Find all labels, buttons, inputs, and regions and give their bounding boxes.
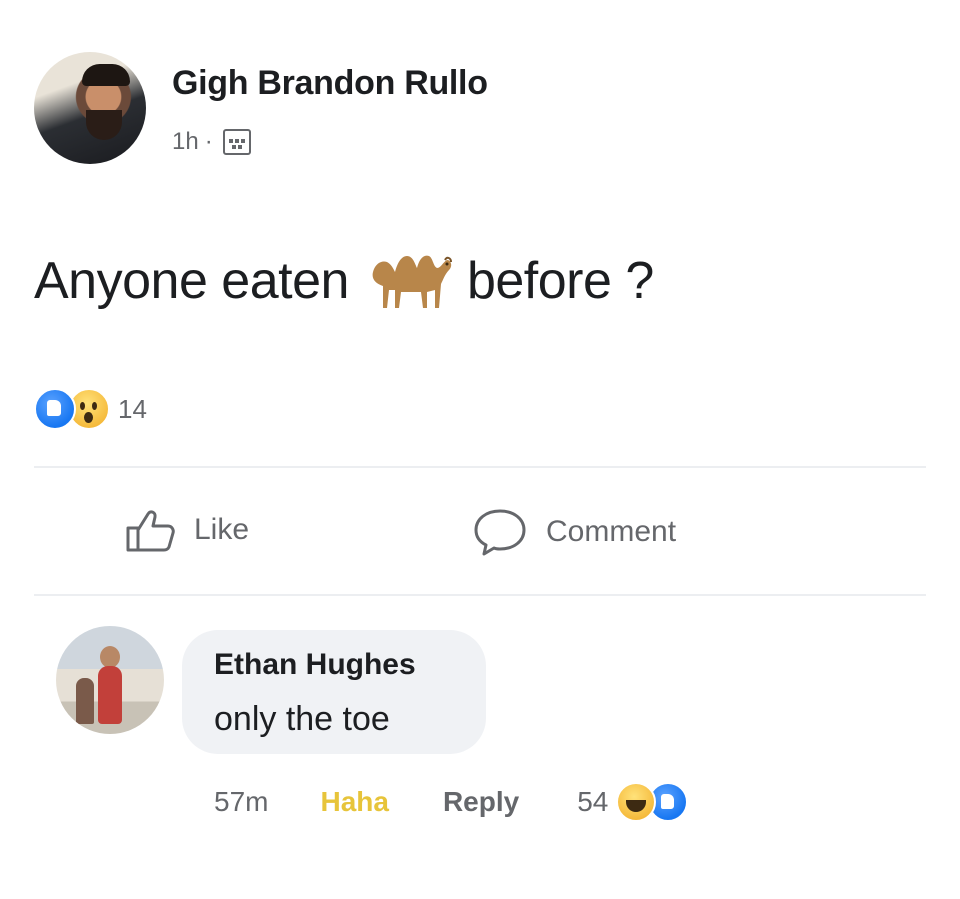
comment-reaction-count[interactable]: 54 bbox=[577, 786, 608, 818]
author-avatar[interactable] bbox=[34, 52, 146, 164]
like-button[interactable]: Like bbox=[124, 506, 249, 554]
divider-top bbox=[34, 466, 926, 468]
reaction-count: 14 bbox=[118, 393, 147, 424]
reply-button[interactable]: Reply bbox=[443, 786, 519, 818]
comment-button[interactable]: Comment bbox=[472, 506, 676, 558]
like-reaction-icon bbox=[34, 388, 76, 430]
group-icon[interactable] bbox=[222, 129, 251, 155]
commenter-avatar[interactable] bbox=[56, 626, 164, 734]
avatar-beard bbox=[86, 110, 122, 140]
haha-reaction-icon bbox=[616, 782, 657, 822]
avatar-figure-back bbox=[76, 678, 94, 724]
meta-separator: · bbox=[204, 128, 213, 155]
haha-reaction-button[interactable]: Haha bbox=[320, 786, 388, 818]
comment-actions: 57m Haha Reply 54 bbox=[214, 782, 689, 822]
divider-bottom bbox=[34, 594, 926, 596]
avatar-figure-body bbox=[98, 666, 122, 724]
like-label: Like bbox=[194, 513, 250, 546]
avatar-figure-head bbox=[100, 646, 120, 668]
comment-reaction-icons[interactable] bbox=[616, 782, 689, 822]
thumbs-up-icon bbox=[126, 510, 175, 552]
comment-label: Comment bbox=[546, 515, 677, 548]
post-text-before: Anyone eaten bbox=[34, 252, 349, 310]
comment-time[interactable]: 57m bbox=[214, 786, 268, 818]
post-time[interactable]: 1h bbox=[172, 128, 199, 156]
post-text: Anyone eaten before ? bbox=[34, 246, 654, 316]
comment-author-name[interactable]: Ethan Hughes bbox=[214, 648, 416, 682]
post-author-name[interactable]: Gigh Brandon Rullo bbox=[172, 64, 488, 103]
post-meta: 1h · bbox=[172, 128, 251, 156]
comment-text: only the toe bbox=[214, 700, 390, 738]
comment-bubble-icon bbox=[474, 509, 526, 556]
camel-icon bbox=[372, 255, 452, 308]
avatar-hair bbox=[82, 64, 130, 86]
reaction-summary[interactable]: 14 bbox=[34, 388, 147, 430]
post-text-after: before ? bbox=[466, 252, 654, 310]
